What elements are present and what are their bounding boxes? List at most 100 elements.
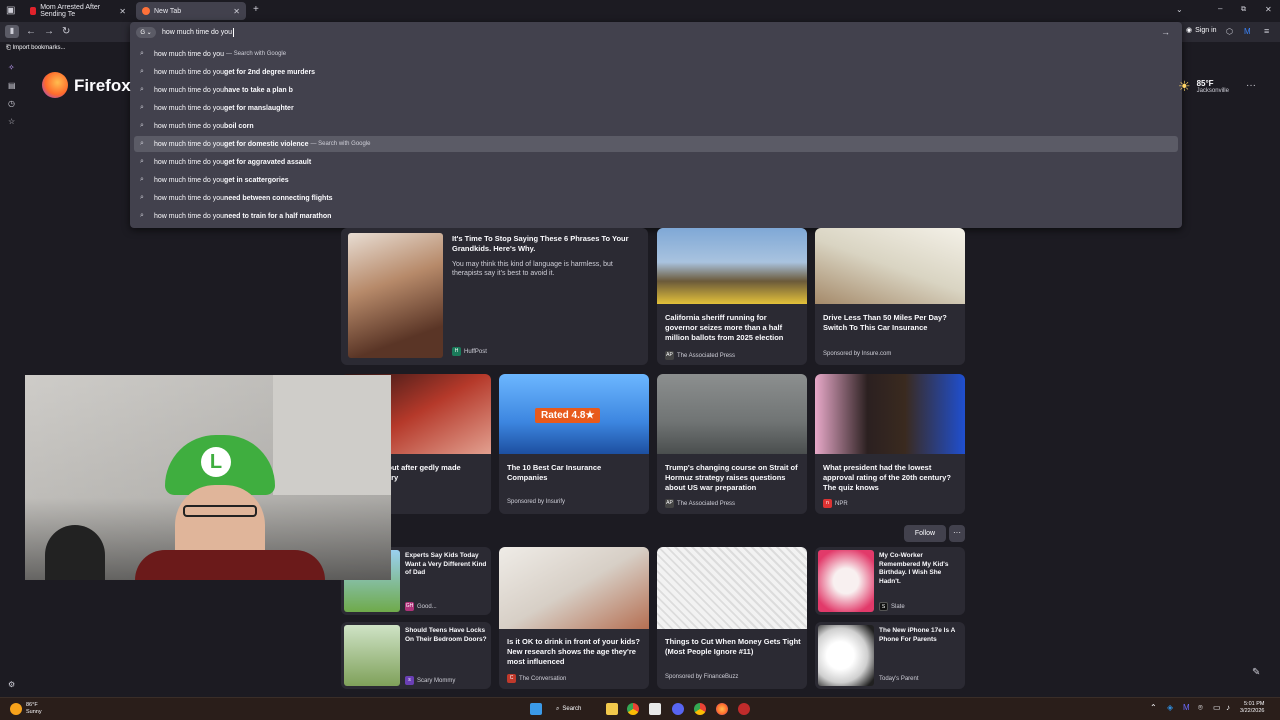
- calendar-icon[interactable]: [649, 703, 661, 715]
- story-source: GH Good...: [405, 602, 437, 611]
- npr-icon: n: [823, 499, 832, 508]
- import-bookmarks-link[interactable]: ⎗ Import bookmarks...: [0, 42, 130, 56]
- settings-gear-icon[interactable]: ⚙: [8, 680, 15, 689]
- tray-app-icon[interactable]: ◈: [1167, 703, 1173, 712]
- search-suggestion[interactable]: ⌕ how much time do you get for domestic v…: [134, 136, 1178, 152]
- taskbar-clock[interactable]: 5:01 PM 3/22/2026: [1240, 701, 1264, 715]
- volume-icon[interactable]: ♪: [1226, 703, 1230, 712]
- firefox-taskbar-icon[interactable]: [716, 703, 728, 715]
- story-card-compact[interactable]: The New iPhone 17e Is A Phone For Parent…: [815, 622, 965, 689]
- suggestion-prefix: how much time do you: [154, 140, 225, 148]
- close-icon[interactable]: ✕: [119, 7, 126, 16]
- search-suggestion[interactable]: ⌕ how much time do you need between conne…: [134, 190, 1178, 206]
- reload-icon[interactable]: ↻: [62, 26, 70, 38]
- story-source-label: The Conversation: [519, 675, 567, 682]
- network-icon[interactable]: ▭: [1213, 703, 1221, 712]
- search-suggestion[interactable]: ⌕ how much time do you have to take a pla…: [134, 82, 1178, 98]
- huffpost-icon: H: [452, 347, 461, 356]
- story-image: [657, 547, 807, 629]
- tab-new-tab[interactable]: New Tab ✕: [136, 2, 246, 20]
- more-options-icon[interactable]: ···: [949, 525, 965, 542]
- file-explorer-icon[interactable]: [606, 703, 618, 715]
- taskbar-weather[interactable]: 86°F Sunny: [10, 702, 42, 716]
- search-suggestion[interactable]: ⌕ how much time do you get for 2nd degree…: [134, 64, 1178, 80]
- back-arrow-icon[interactable]: ←: [26, 26, 36, 38]
- suggestion-prefix: how much time do you: [154, 50, 225, 58]
- search-suggestion[interactable]: ⌕ how much time do you need to train for …: [134, 208, 1178, 224]
- the-conversation-icon: C: [507, 674, 516, 683]
- search-suggestion[interactable]: ⌕ how much time do you get for aggravated…: [134, 154, 1178, 170]
- youtube-icon: [30, 7, 37, 15]
- chrome-icon[interactable]: [627, 703, 639, 715]
- story-card-featured[interactable]: It's Time To Stop Saying These 6 Phrases…: [341, 228, 648, 365]
- search-icon: ⌕: [140, 176, 144, 183]
- taskbar-search-label: Search: [562, 706, 582, 712]
- tray-m-icon[interactable]: M: [1183, 703, 1190, 712]
- forward-arrow-icon[interactable]: →: [44, 26, 54, 38]
- tray-mic-icon[interactable]: ⌾: [1198, 703, 1203, 713]
- url-input[interactable]: G ⌄ how much time do you →: [136, 25, 1176, 40]
- search-engine-icon[interactable]: G ⌄: [136, 27, 156, 38]
- menu-icon[interactable]: ≡: [1264, 25, 1269, 37]
- weather-widget[interactable]: ☀ 85°F Jacksonville: [1178, 78, 1229, 95]
- tab-label: Mom Arrested After Sending Te: [40, 4, 101, 18]
- window-close-icon[interactable]: ✕: [1265, 4, 1272, 16]
- restore-icon[interactable]: ⧉: [1241, 4, 1246, 16]
- story-source: S Slate: [879, 602, 905, 611]
- story-image: [815, 228, 965, 304]
- minimize-icon[interactable]: –: [1218, 3, 1222, 15]
- story-title: Drive Less Than 50 Miles Per Day? Switch…: [823, 313, 947, 332]
- arrow-right-icon[interactable]: →: [1161, 27, 1170, 37]
- story-source: n NPR: [823, 499, 848, 508]
- new-tab-plus-icon[interactable]: +: [253, 4, 259, 16]
- follow-button[interactable]: Follow: [904, 525, 946, 542]
- synced-tabs-icon[interactable]: ▤: [8, 81, 16, 90]
- story-title: Is it OK to drink in front of your kids?…: [507, 637, 640, 666]
- close-icon[interactable]: ✕: [233, 7, 240, 16]
- taskbar-weather-desc: Sunny: [26, 709, 42, 715]
- search-suggestion[interactable]: ⌕ how much time do you get in scattergori…: [134, 172, 1178, 188]
- bookmarks-star-icon[interactable]: ☆: [8, 117, 15, 126]
- search-suggestion[interactable]: ⌕ how much time do you get for manslaught…: [134, 100, 1178, 116]
- ap-icon: AP: [665, 351, 674, 360]
- firefox-icon: [142, 7, 150, 15]
- ai-chat-icon[interactable]: ✧: [8, 63, 15, 72]
- clock-date: 3/22/2026: [1240, 708, 1265, 714]
- story-card[interactable]: California sheriff running for governor …: [657, 228, 807, 365]
- story-card-sponsored[interactable]: Drive Less Than 50 Miles Per Day? Switch…: [815, 228, 965, 365]
- story-card[interactable]: Trump's changing course on Strait of Hor…: [657, 374, 807, 514]
- story-card-sponsored[interactable]: Things to Cut When Money Gets Tight (Mos…: [657, 547, 807, 689]
- obs-icon[interactable]: [738, 703, 750, 715]
- story-source: Sponsored by FinanceBuzz: [665, 674, 739, 680]
- extensions-icon[interactable]: ⬡: [1226, 26, 1233, 38]
- search-suggestion[interactable]: ⌕ how much time do you — Search with Googl…: [134, 46, 1178, 62]
- tab-list-icon[interactable]: ▣: [6, 5, 15, 17]
- history-icon[interactable]: ◷: [8, 99, 15, 108]
- story-source-label: HuffPost: [464, 348, 487, 355]
- chevron-up-icon[interactable]: ⌃: [1150, 703, 1157, 712]
- extension-m-icon[interactable]: M: [1244, 26, 1251, 38]
- windows-start-icon[interactable]: [530, 703, 542, 715]
- taskbar-search[interactable]: ⌕ Search: [556, 702, 581, 716]
- chrome-alt-icon[interactable]: [694, 703, 706, 715]
- sign-in-button[interactable]: ◉ Sign in: [1186, 26, 1217, 35]
- discord-icon[interactable]: [672, 703, 684, 715]
- chevron-down-icon[interactable]: ⌄: [1176, 4, 1183, 16]
- story-card-sponsored[interactable]: Rated 4.8★ The 10 Best Car Insurance Com…: [499, 374, 649, 514]
- story-title: What president had the lowest approval r…: [823, 463, 951, 492]
- story-card-compact[interactable]: Should Teens Have Locks On Their Bedroom…: [341, 622, 491, 689]
- story-image: [815, 374, 965, 454]
- urlbar-dropdown: G ⌄ how much time do you → ⌕ how much tim…: [130, 22, 1182, 228]
- tab-mom-arrested[interactable]: Mom Arrested After Sending Te ✕: [24, 2, 132, 20]
- suggestion-prefix: how much time do you: [154, 212, 225, 220]
- search-suggestion[interactable]: ⌕ how much time do you boil corn: [134, 118, 1178, 134]
- suggestion-action: — Search with Google: [226, 51, 287, 57]
- story-source: Sponsored by Insure.com: [823, 351, 892, 357]
- weather-more-icon[interactable]: ···: [1246, 80, 1256, 91]
- pencil-edit-icon[interactable]: ✎: [1252, 667, 1260, 678]
- sidebar-toggle-icon[interactable]: ▮: [5, 25, 19, 38]
- story-card[interactable]: Is it OK to drink in front of your kids?…: [499, 547, 649, 689]
- story-card-compact[interactable]: My Co-Worker Remembered My Kid's Birthda…: [815, 547, 965, 615]
- story-card[interactable]: What president had the lowest approval r…: [815, 374, 965, 514]
- story-title: California sheriff running for governor …: [665, 313, 784, 342]
